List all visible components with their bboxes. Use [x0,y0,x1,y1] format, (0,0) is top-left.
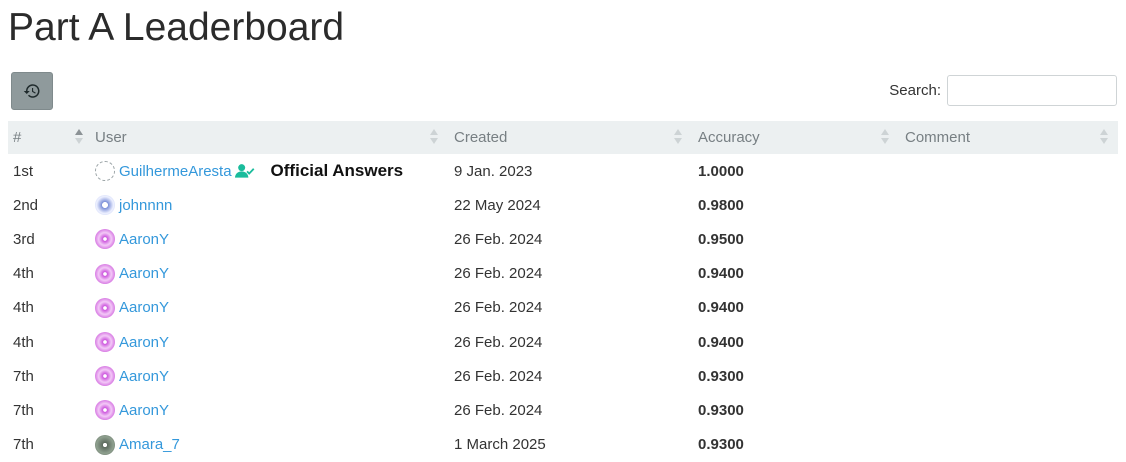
user-link[interactable]: AaronY [119,334,169,351]
user-link[interactable]: Amara_7 [119,436,180,453]
rank-cell: 7th [13,436,34,454]
created-cell: 26 Feb. 2024 [454,230,543,248]
column-header-accuracy[interactable]: Accuracy [693,121,900,154]
leaderboard-table: # User Created Accuracy Comment 1st Guil… [8,121,1118,462]
user-avatar[interactable] [95,366,115,387]
table-row: 4th AaronY 26 Feb. 2024 0.9400 [8,325,1118,359]
column-header-label: Created [454,129,508,146]
user-cell: AaronY [90,291,449,325]
column-header-rank[interactable]: # [8,121,90,154]
leaderboard-page: Part A Leaderboard Search: # User Create… [0,0,1126,459]
table-row: 1st GuilhermeAresta Official Answers 9 Jan.… [8,154,1118,188]
rank-cell: 7th [13,367,34,385]
rank-cell: 4th [13,299,34,317]
user-link[interactable]: AaronY [119,231,169,248]
column-header-label: # [13,129,22,146]
comment-cell [900,257,1118,291]
accuracy-cell: 1.0000 [698,162,744,180]
created-cell: 26 Feb. 2024 [454,333,543,351]
sort-asc-icon [75,129,83,146]
accuracy-cell: 0.9300 [698,436,744,454]
column-header-created[interactable]: Created [449,121,693,154]
column-header-label: Accuracy [698,129,760,146]
history-button[interactable] [11,72,53,110]
user-avatar[interactable] [95,229,115,250]
user-avatar[interactable] [95,297,115,318]
table-row: 4th AaronY 26 Feb. 2024 0.9400 [8,291,1118,325]
sort-icon [1100,129,1108,146]
user-cell: Amara_7 [90,428,449,462]
created-cell: 26 Feb. 2024 [454,367,543,385]
user-cell: GuilhermeAresta Official Answers [90,154,449,188]
table-header-row: # User Created Accuracy Comment [8,121,1118,154]
created-cell: 26 Feb. 2024 [454,401,543,419]
user-cell: AaronY [90,222,449,256]
comment-cell [900,291,1118,325]
rank-cell: 4th [13,265,34,283]
accuracy-cell: 0.9400 [698,299,744,317]
comment-cell [900,154,1118,188]
sort-icon [430,129,438,146]
user-avatar[interactable] [95,332,115,353]
user-link[interactable]: AaronY [119,299,169,316]
user-avatar[interactable] [95,400,115,421]
user-link[interactable]: AaronY [119,265,169,282]
user-link[interactable]: AaronY [119,402,169,419]
search-input[interactable] [947,75,1117,106]
accuracy-cell: 0.9400 [698,333,744,351]
sort-icon [674,129,682,146]
user-link[interactable]: johnnnn [119,197,172,214]
comment-cell [900,222,1118,256]
table-row: 2nd johnnnn 22 May 2024 0.9800 [8,188,1118,222]
user-avatar[interactable] [95,434,115,455]
accuracy-cell: 0.9300 [698,401,744,419]
comment-cell [900,188,1118,222]
search-area: Search: [889,75,1117,106]
rank-cell: 4th [13,333,34,351]
created-cell: 9 Jan. 2023 [454,162,533,180]
history-icon [23,84,40,98]
column-header-comment[interactable]: Comment [900,121,1118,154]
user-cell: johnnnn [90,188,449,222]
created-cell: 26 Feb. 2024 [454,265,543,283]
column-header-label: Comment [905,129,971,146]
table-row: 4th AaronY 26 Feb. 2024 0.9400 [8,257,1118,291]
official-answers-label: Official Answers [270,161,404,181]
created-cell: 22 May 2024 [454,196,541,214]
rank-cell: 2nd [13,196,39,214]
comment-cell [900,428,1118,462]
table-row: 3rd AaronY 26 Feb. 2024 0.9500 [8,222,1118,256]
sort-icon [881,129,889,146]
accuracy-cell: 0.9300 [698,367,744,385]
column-header-user[interactable]: User [90,121,449,154]
rank-cell: 7th [13,401,34,419]
comment-cell [900,393,1118,427]
user-link[interactable]: GuilhermeAresta [119,163,232,180]
search-label: Search: [889,82,941,99]
accuracy-cell: 0.9800 [698,196,744,214]
user-cell: AaronY [90,257,449,291]
comment-cell [900,359,1118,393]
user-avatar[interactable] [95,161,115,182]
table-row: 7th AaronY 26 Feb. 2024 0.9300 [8,393,1118,427]
column-header-label: User [95,129,127,146]
user-link[interactable]: AaronY [119,368,169,385]
user-avatar[interactable] [95,263,115,284]
user-cell: AaronY [90,393,449,427]
rank-cell: 1st [13,162,34,180]
user-cell: AaronY [90,359,449,393]
verified-user-icon [234,163,255,179]
comment-cell [900,325,1118,359]
table-row: 7th Amara_7 1 March 2025 0.9300 [8,428,1118,462]
created-cell: 26 Feb. 2024 [454,299,543,317]
page-title: Part A Leaderboard [8,6,345,49]
user-cell: AaronY [90,325,449,359]
rank-cell: 3rd [13,230,35,248]
created-cell: 1 March 2025 [454,436,546,454]
accuracy-cell: 0.9500 [698,230,744,248]
accuracy-cell: 0.9400 [698,265,744,283]
table-row: 7th AaronY 26 Feb. 2024 0.9300 [8,359,1118,393]
user-avatar[interactable] [95,195,115,216]
